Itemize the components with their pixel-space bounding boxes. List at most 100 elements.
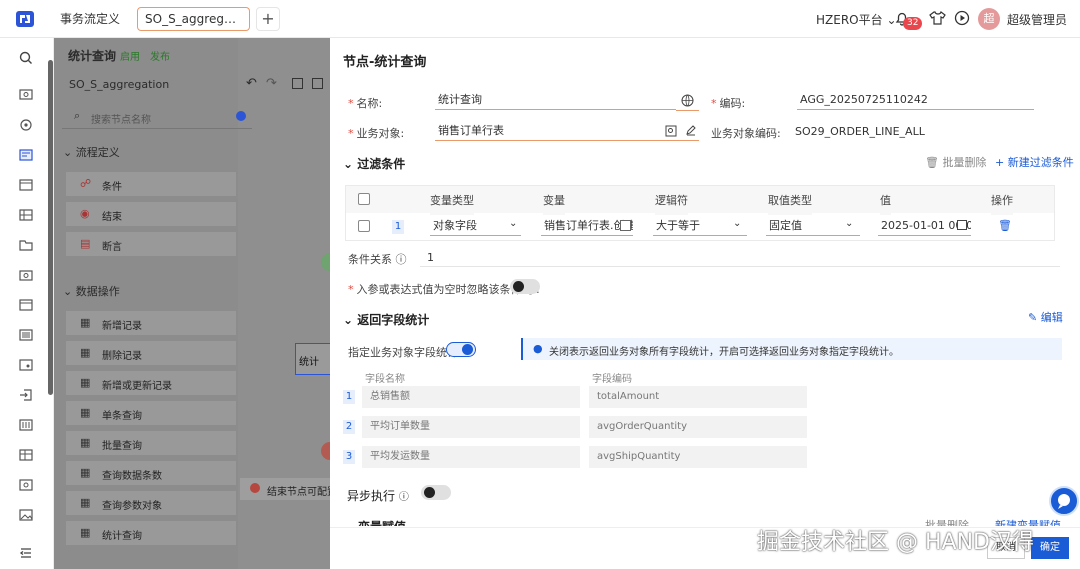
required-mark: *: [348, 283, 354, 296]
network-icon[interactable]: [18, 117, 34, 133]
group-title: 流程定义: [75, 146, 120, 159]
code-label: * 编码:: [711, 97, 746, 110]
insert-icon: ▦: [80, 316, 91, 329]
field-code-cell: totalAmount: [589, 386, 807, 408]
calendar-icon[interactable]: [18, 177, 34, 193]
node-item-single-query[interactable]: ▦ 单条查询: [66, 401, 236, 425]
condition-relation-value[interactable]: 1: [427, 251, 434, 264]
login-icon[interactable]: [18, 387, 34, 403]
count-icon: ▦: [80, 466, 91, 479]
canvas-stat-node[interactable]: 统计: [295, 343, 335, 375]
chevron-down-icon: ⌄: [63, 146, 73, 159]
monitor-icon[interactable]: [18, 87, 34, 103]
ignore-empty-toggle[interactable]: [510, 279, 540, 294]
row-checkbox[interactable]: [358, 220, 370, 232]
node-item-count-query[interactable]: ▦ 查询数据条数: [66, 461, 236, 485]
confirm-button[interactable]: 确定: [1031, 537, 1069, 559]
specify-field-toggle[interactable]: [446, 342, 476, 357]
hint-text: 结束节点可配置: [267, 487, 330, 498]
copy-icon[interactable]: [292, 78, 303, 89]
tab-transaction-flow[interactable]: 事务流定义: [53, 7, 124, 31]
bo-input[interactable]: 销售订单行表: [435, 121, 699, 141]
globe-icon[interactable]: [681, 94, 694, 107]
function-icon[interactable]: [620, 220, 631, 231]
undo-icon[interactable]: ↶: [246, 76, 257, 91]
layout-icon[interactable]: [312, 78, 323, 89]
target-icon[interactable]: [18, 477, 34, 493]
name-label: * 名称:: [348, 97, 383, 110]
end-icon: ◉: [80, 207, 90, 220]
toggle-panel-icon[interactable]: [236, 111, 246, 121]
platform-switcher[interactable]: HZERO平台 ⌄: [816, 11, 897, 28]
node-label: 断言: [102, 242, 122, 253]
group-data-operations[interactable]: ⌄ 数据操作: [63, 283, 120, 299]
calendar-icon[interactable]: [957, 220, 967, 230]
node-item-assert[interactable]: ▤ 断言: [66, 232, 236, 256]
image-icon[interactable]: [18, 507, 34, 523]
return-section-toggle[interactable]: ⌄ 返回字段统计: [343, 311, 429, 328]
tab-so-s-aggregation[interactable]: SO_S_aggregati...: [137, 7, 250, 31]
async-toggle[interactable]: [421, 485, 451, 500]
help-icon: ⓘ: [395, 253, 407, 266]
chevron-down-icon: ⌄: [343, 313, 354, 327]
name-input[interactable]: 统计查询: [435, 90, 676, 110]
node-item-batch-query[interactable]: ▦ 批量查询: [66, 431, 236, 455]
avatar[interactable]: 超: [978, 8, 1000, 30]
assert-icon: ▤: [80, 237, 91, 250]
folder-icon[interactable]: [18, 237, 34, 253]
search-icon[interactable]: [18, 50, 34, 66]
window-icon[interactable]: [18, 297, 34, 313]
delete-row-icon[interactable]: 🗑︎: [998, 219, 1012, 232]
new-filter-button[interactable]: + 新建过滤条件: [995, 154, 1074, 170]
info-banner: ● 关闭表示返回业务对象所有字段统计，开启可选择返回业务对象指定字段统计。: [521, 338, 1062, 360]
redo-icon[interactable]: ↷: [266, 76, 277, 91]
settings-card-icon[interactable]: [18, 357, 34, 373]
assignment-section-title[interactable]: 变量赋值: [358, 518, 406, 526]
barcode-icon[interactable]: [18, 417, 34, 433]
query-icon: ▦: [80, 406, 91, 419]
node-label: 单条查询: [102, 411, 142, 422]
field-row-index: 3: [343, 450, 355, 464]
lookup-icon[interactable]: [665, 125, 677, 137]
info-text: 关闭表示返回业务对象所有字段统计，开启可选择返回业务对象指定字段统计。: [549, 347, 899, 358]
status-published: 发布: [150, 52, 170, 63]
chevron-down-icon: ⌄: [343, 157, 354, 171]
assistant-float-icon[interactable]: [1049, 486, 1079, 516]
stat-icon: ▦: [80, 526, 91, 539]
collapse-menu-icon[interactable]: [18, 545, 34, 561]
node-search-input[interactable]: ⌕ 搜索节点名称: [62, 103, 252, 129]
batch-delete-button[interactable]: 🗑︎ 批量删除: [925, 154, 986, 170]
node-item-end[interactable]: ◉ 结束: [66, 202, 236, 226]
trash-icon: 🗑︎: [925, 156, 939, 169]
var-type-select[interactable]: 对象字段: [430, 216, 521, 236]
flow-icon[interactable]: [18, 147, 34, 163]
node-item-delete[interactable]: ▦ 删除记录: [66, 341, 236, 365]
table-icon[interactable]: [18, 447, 34, 463]
edit-return-button[interactable]: ✎ 编辑: [1028, 309, 1063, 325]
code-input[interactable]: AGG_20250725110242: [797, 90, 1034, 110]
camera-icon[interactable]: [18, 267, 34, 283]
user-name[interactable]: 超级管理员: [1007, 11, 1067, 28]
node-item-upsert[interactable]: ▦ 新增或更新记录: [66, 371, 236, 395]
group-flow-definition[interactable]: ⌄ 流程定义: [63, 144, 120, 160]
delete-icon: ▦: [80, 346, 91, 359]
grid-icon[interactable]: [18, 207, 34, 223]
add-tab-button[interactable]: +: [256, 7, 280, 31]
platform-label: HZERO平台: [816, 13, 883, 27]
select-all-checkbox[interactable]: [358, 193, 370, 205]
edit-icon[interactable]: [685, 124, 697, 136]
app-logo-icon[interactable]: [14, 8, 36, 30]
node-item-stat-query[interactable]: ▦ 统计查询: [66, 521, 236, 545]
search-icon: ⌕: [74, 109, 81, 122]
required-mark: *: [348, 97, 354, 110]
col-var: 变量: [543, 187, 565, 215]
play-circle-icon[interactable]: [954, 10, 970, 26]
node-item-insert[interactable]: ▦ 新增记录: [66, 311, 236, 335]
node-item-param-query[interactable]: ▦ 查询参数对象: [66, 491, 236, 515]
shirt-icon[interactable]: [929, 10, 946, 26]
node-item-condition[interactable]: ☍ 条件: [66, 172, 236, 196]
scrollbar[interactable]: [48, 60, 53, 395]
field-name-cell: 总销售额: [362, 386, 580, 408]
filter-section-toggle[interactable]: ⌄ 过滤条件: [343, 155, 405, 172]
list-icon[interactable]: [18, 327, 34, 343]
